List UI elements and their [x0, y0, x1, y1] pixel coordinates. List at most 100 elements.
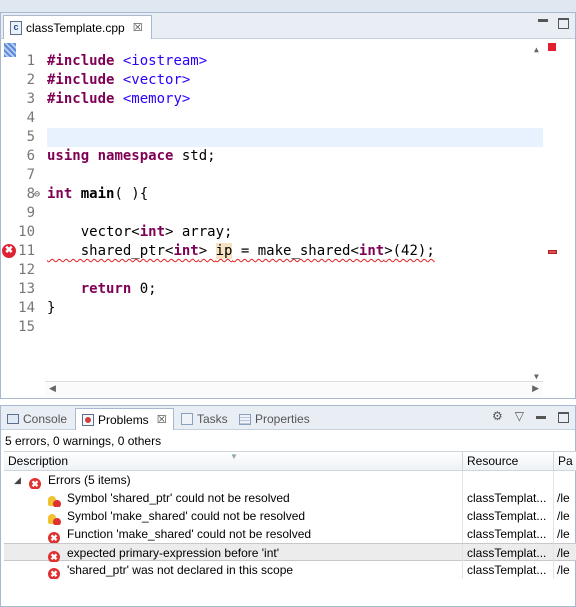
error-keyword-token: int [358, 243, 385, 259]
path-cell: /le [557, 509, 570, 523]
problem-description: 'shared_ptr' was not declared in this sc… [67, 563, 294, 577]
line-number: 4 [26, 110, 35, 126]
code-line[interactable]: vector<int> array; [47, 223, 233, 242]
problem-description: Function 'make_shared' could not be reso… [67, 527, 312, 541]
minimize-panel-icon[interactable] [536, 416, 546, 419]
line-number: 13 [18, 281, 35, 297]
error-icon: ✖ [29, 474, 41, 489]
horizontal-scrollbar[interactable]: ◀ ▶ [45, 381, 543, 397]
line-number: 7 [26, 167, 35, 183]
group-path-cell [554, 471, 576, 489]
description-cell: ✖ expected primary-expression before 'int… [4, 544, 463, 562]
editor-tab-classtemplate[interactable]: c classTemplate.cpp ☒ [3, 15, 152, 39]
view-menu-icon[interactable]: ▽ [515, 409, 524, 423]
keyword-token: #include [47, 91, 115, 107]
close-problems-tab-icon[interactable]: ☒ [157, 413, 167, 426]
keyword-token: using [47, 148, 90, 164]
resource-cell: classTemplat... [463, 489, 554, 507]
code-editor[interactable]: ✖ 1 #include <iostream> 2 #include <vector>… [1, 39, 561, 381]
error-group-row[interactable]: ◢ ✖ Errors (5 items) [4, 471, 576, 489]
editor-view-controls [538, 16, 569, 29]
error-marker-icon[interactable]: ✖ [2, 244, 16, 258]
problem-row[interactable]: ✖ expected primary-expression before 'int… [4, 543, 576, 562]
error-quickfix-icon [48, 492, 61, 507]
include-path-token: <memory> [122, 91, 191, 107]
error-group-label: Errors (5 items) [48, 473, 131, 487]
code-token: } [47, 300, 56, 316]
close-tab-icon[interactable]: ☒ [133, 21, 143, 34]
line-number: 15 [18, 319, 35, 335]
scroll-right-icon[interactable]: ▶ [532, 383, 539, 394]
tab-tasks-label: Tasks [197, 412, 228, 426]
line-number: 9 [26, 205, 35, 221]
code-line[interactable]: #include <vector> [47, 71, 190, 90]
vertical-scrollbar[interactable]: ▲ ▼ [531, 45, 545, 381]
problem-row[interactable]: Symbol 'make_shared' could not be resolv… [4, 507, 576, 525]
maximize-icon[interactable] [558, 18, 569, 29]
column-header-path[interactable]: Pa [554, 452, 576, 471]
keyword-token: #include [47, 53, 115, 69]
scroll-left-icon[interactable]: ◀ [49, 383, 56, 394]
problems-table-header: Description ▼ Resource Pa [4, 451, 576, 471]
code-line[interactable]: using namespace std; [47, 147, 216, 166]
group-resource-cell [463, 471, 554, 489]
code-line[interactable]: #include <memory> [47, 90, 190, 109]
tab-properties[interactable]: Properties [239, 408, 310, 430]
code-line[interactable]: return 0; [47, 280, 157, 299]
tab-problems[interactable]: Problems ☒ [75, 408, 174, 430]
code-line[interactable]: #include <iostream> [47, 52, 207, 71]
problem-row[interactable]: Symbol 'shared_ptr' could not be resolve… [4, 489, 576, 507]
bottom-panel-tabbar: Console Problems ☒ Tasks Properties ⚙ ▽ [1, 406, 575, 430]
maximize-panel-icon[interactable] [558, 411, 569, 423]
code-line[interactable]: shared_ptr<int> ip = make_shared<int>(42… [47, 242, 435, 261]
tab-console[interactable]: Console [7, 408, 67, 430]
problem-description: expected primary-expression before 'int' [67, 546, 280, 560]
line-number: 11 [18, 243, 35, 259]
line-number: 5 [26, 129, 35, 145]
fold-toggle-icon[interactable]: ⊖ [34, 185, 40, 204]
overview-error-summary-icon[interactable] [548, 43, 556, 51]
tab-console-label: Console [23, 412, 68, 426]
keyword-token: namespace [97, 148, 174, 164]
tab-properties-label: Properties [255, 412, 310, 426]
keyword-token: #include [47, 72, 115, 88]
problems-table: Description ▼ Resource Pa ◢ ✖ Errors (5 … [4, 451, 576, 579]
problems-summary: 5 errors, 0 warnings, 0 others [5, 434, 162, 448]
code-token: > array; [165, 224, 233, 240]
line-number: 12 [18, 262, 35, 278]
path-cell: /le [557, 563, 570, 577]
minimize-icon[interactable] [538, 19, 548, 22]
line-number: 8 [26, 186, 35, 202]
error-token: > [198, 243, 216, 259]
code-line[interactable]: } [47, 299, 55, 318]
error-icon: ✖ [48, 564, 60, 579]
line-number: 1 [26, 53, 35, 69]
column-header-resource[interactable]: Resource [463, 452, 554, 471]
tab-tasks[interactable]: Tasks [181, 408, 228, 430]
properties-icon [239, 413, 251, 425]
problem-row[interactable]: ✖ Function 'make_shared' could not be res… [4, 525, 576, 543]
overview-error-marker[interactable] [548, 250, 557, 254]
scroll-up-icon[interactable]: ▲ [534, 45, 539, 54]
configure-contents-icon[interactable]: ⚙ [492, 409, 503, 423]
error-token: = make_shared< [232, 243, 359, 259]
scroll-down-icon[interactable]: ▼ [534, 372, 539, 381]
line-number: 3 [26, 91, 35, 107]
tab-problems-label: Problems [98, 412, 149, 427]
error-quickfix-icon [48, 510, 61, 525]
error-keyword-token: int [173, 243, 199, 259]
editor-tabbar: c classTemplate.cpp ☒ [1, 13, 575, 39]
problem-description: Symbol 'shared_ptr' could not be resolve… [67, 491, 290, 505]
problem-row[interactable]: ✖ 'shared_ptr' was not declared in this s… [4, 561, 576, 579]
occurrence-highlight: ip [215, 243, 233, 259]
keyword-token: int [47, 186, 73, 202]
line-number: 14 [18, 300, 35, 316]
collapse-chevron-icon[interactable]: ◢ [14, 471, 21, 489]
code-line[interactable]: int main( ){ [47, 185, 148, 204]
resource-cell: classTemplat... [463, 507, 554, 525]
description-cell: Symbol 'shared_ptr' could not be resolve… [4, 489, 463, 507]
description-cell: ✖ 'shared_ptr' was not declared in this s… [4, 561, 463, 579]
